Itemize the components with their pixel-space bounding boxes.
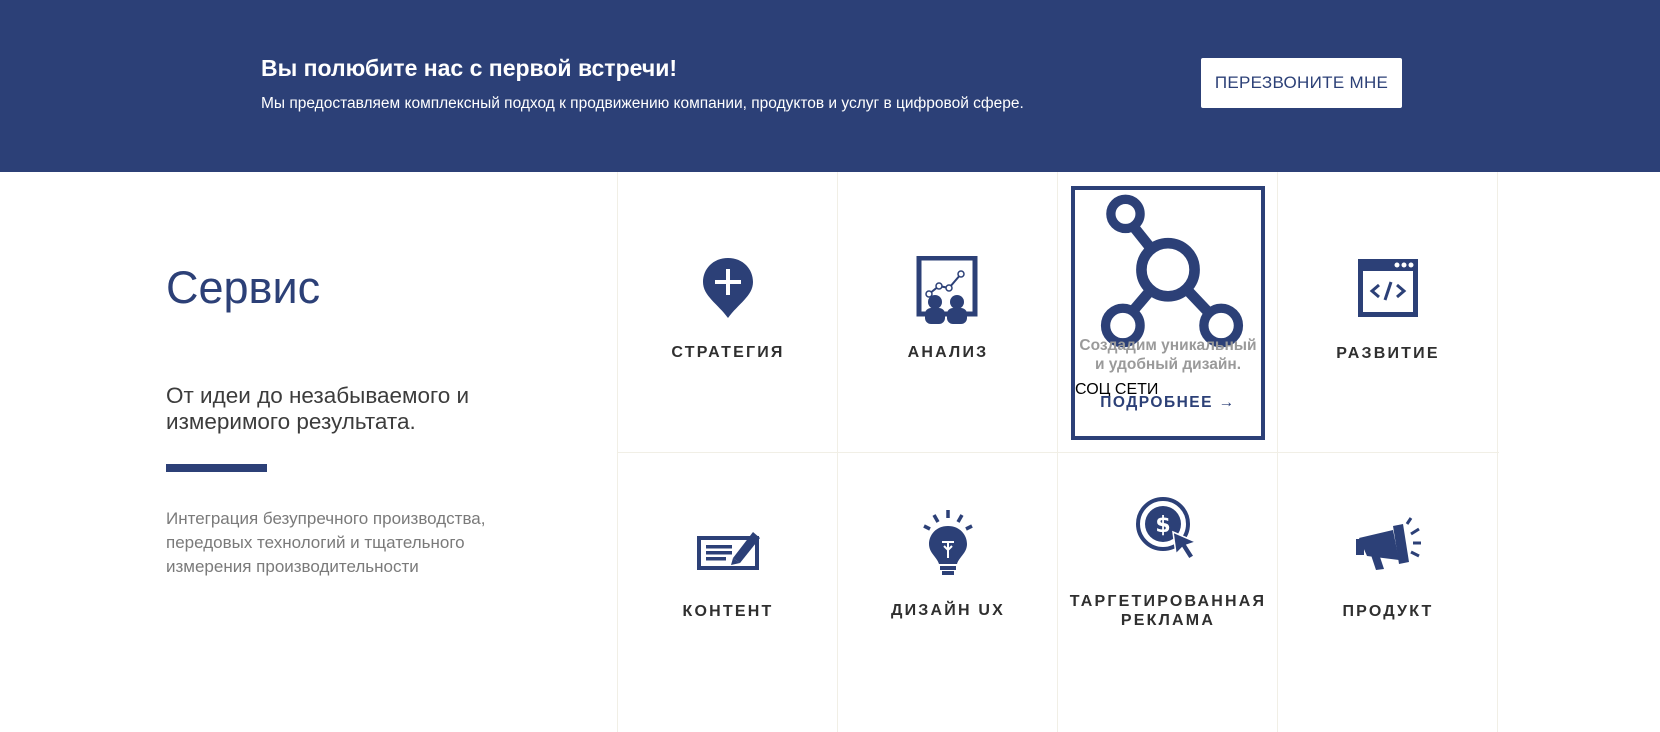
- edit-document-icon: [697, 532, 760, 570]
- dollar-click-icon: $: [1136, 497, 1199, 561]
- tile-analysis[interactable]: АНАЛИЗ: [838, 172, 1058, 452]
- lightbulb-icon: [923, 510, 973, 575]
- megaphone-icon: [1356, 517, 1421, 570]
- banner-text: Мы предоставляем комплексный подход к пр…: [261, 95, 1024, 112]
- tile-label: ТАРГЕТИРОВАННАЯ РЕКЛАМА: [1069, 593, 1267, 629]
- tile-targeted-ads[interactable]: $ ТАРГЕТИРОВАННАЯ РЕКЛАМА: [1058, 452, 1278, 732]
- tile-strategy[interactable]: СТРАТЕГИЯ: [618, 172, 838, 452]
- tile-label: ПРОДУКТ: [1342, 603, 1434, 620]
- services-grid: СТРАТЕГИЯ АНАЛИЗ СОЦ СЕТИ Создадим уника…: [617, 172, 1499, 732]
- tile-label: КОНТЕНТ: [682, 603, 774, 620]
- tile-description: Создадим уникальный и удобный дизайн.: [1079, 337, 1257, 373]
- map-pin-plus-icon: [703, 258, 753, 318]
- tile-label: АНАЛИЗ: [907, 344, 989, 361]
- tile-development[interactable]: РАЗВИТИЕ: [1278, 172, 1498, 452]
- top-banner: Вы полюбите нас с первой встречи! Мы пре…: [0, 0, 1660, 172]
- banner-title: Вы полюбите нас с первой встречи!: [261, 55, 677, 81]
- service-divider: [166, 464, 267, 472]
- tile-content[interactable]: КОНТЕНТ: [618, 452, 838, 732]
- tile-label: СТРАТЕГИЯ: [671, 344, 785, 361]
- service-title: Сервис: [166, 262, 321, 313]
- presentation-chart-icon: [916, 256, 978, 324]
- service-description: Интеграция безупречного производства, пе…: [166, 509, 486, 576]
- svg-text:$: $: [1155, 513, 1170, 538]
- tile-label: РАЗВИТИЕ: [1336, 345, 1440, 362]
- tile-ux-design[interactable]: ДИЗАЙН UX: [838, 452, 1058, 732]
- tile-label: ДИЗАЙН UX: [890, 602, 1005, 619]
- more-link[interactable]: ПОДРОБНЕЕ →: [1075, 394, 1261, 412]
- callback-button[interactable]: ПЕРЕЗВОНИТЕ МНЕ: [1201, 58, 1402, 108]
- service-subtitle: От идеи до незабываемого и измеримого ре…: [166, 383, 470, 434]
- tile-product[interactable]: ПРОДУКТ: [1278, 452, 1498, 732]
- code-window-icon: [1358, 259, 1418, 317]
- tile-social[interactable]: СОЦ СЕТИ Создадим уникальный и удобный д…: [1071, 186, 1265, 440]
